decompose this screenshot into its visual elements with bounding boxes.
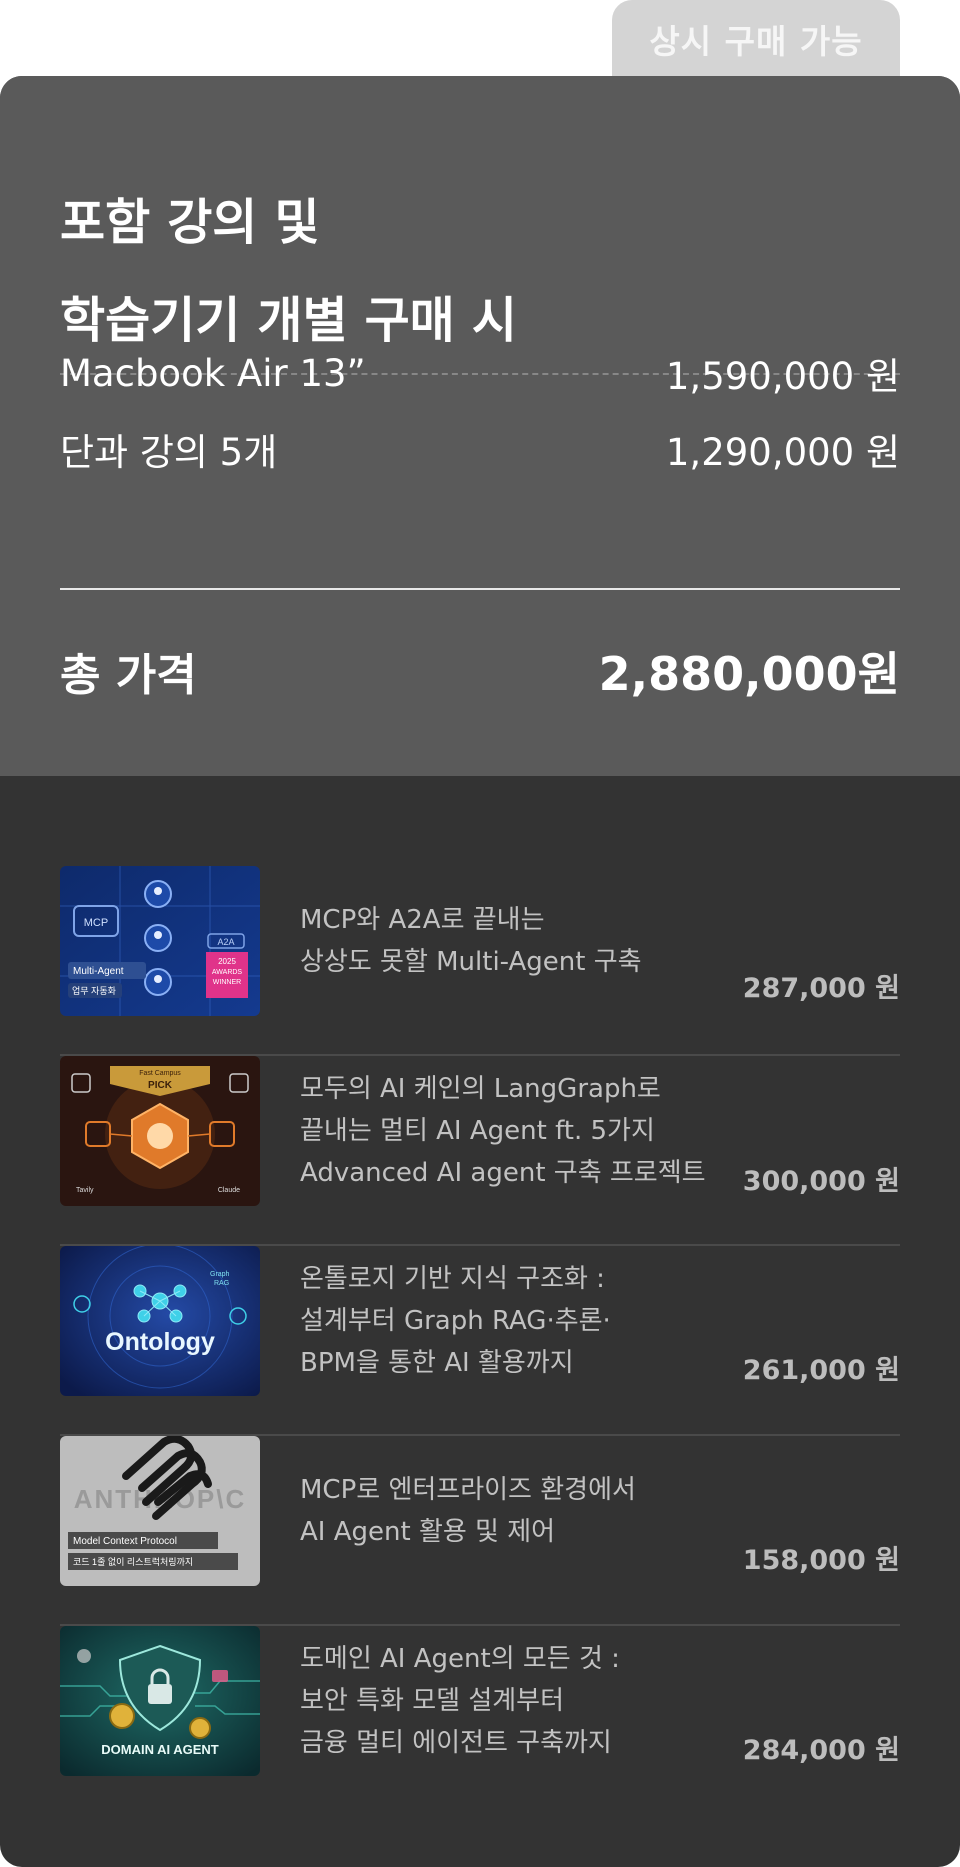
course-title: MCP와 A2A로 끝내는 상상도 못할 Multi-Agent 구축: [300, 866, 740, 1016]
svg-text:2025: 2025: [218, 957, 236, 966]
course-item[interactable]: DOMAIN AI AGENT 도메인 AI Agent의 모든 것 : 보안 …: [60, 1626, 900, 1816]
course-title-line: 온톨로지 기반 지식 구조화 :: [300, 1264, 605, 1294]
course-thumbnail-langgraph: Fast Campus PICK Tavily Claude: [60, 1056, 260, 1206]
price-row-macbook: Macbook Air 13” 1,590,000 원: [60, 345, 900, 401]
svg-text:Claude: Claude: [218, 1187, 240, 1194]
solid-divider: [60, 588, 900, 590]
course-title-line: 금융 멀티 에이전트 구축까지: [300, 1728, 612, 1758]
total-row: 총 가격 2,880,000원: [60, 636, 900, 706]
course-price: 158,000 원: [742, 1545, 900, 1576]
course-title-line: BPM을 통한 AI 활용까지: [300, 1348, 574, 1378]
course-title-line: AI Agent 활용 및 제어: [300, 1517, 556, 1547]
item-label: 단과 강의 5개: [60, 431, 278, 474]
item-price: 1,290,000 원: [665, 431, 900, 474]
course-price: 284,000 원: [742, 1735, 900, 1766]
course-item[interactable]: Fast Campus PICK Tavily Claude 모두의 AI 케인…: [60, 1056, 900, 1246]
course-title-line: 도메인 AI Agent의 모든 것 :: [300, 1644, 620, 1674]
course-price: 300,000 원: [742, 1166, 900, 1197]
course-thumbnail-mcp-enterprise: ANTHROP\C Model Context Protocol 코드 1줄 없…: [60, 1436, 260, 1586]
price-summary: 포함 강의 및 학습기기 개별 구매 시 Macbook Air 13” 1,5…: [0, 76, 960, 776]
svg-text:업무 자동화: 업무 자동화: [72, 986, 116, 996]
svg-text:WINNER: WINNER: [213, 979, 241, 986]
course-title-line: MCP로 엔터프라이즈 환경에서: [300, 1475, 636, 1505]
course-item[interactable]: MCP Multi-Agent 업무 자동화 A2A 2025 AWARDS W…: [60, 866, 900, 1056]
course-item[interactable]: ANTHROP\C Model Context Protocol 코드 1줄 없…: [60, 1436, 900, 1626]
item-price: 1,590,000 원: [665, 355, 900, 398]
summary-title-line1: 포함 강의 및: [60, 194, 320, 251]
svg-text:MCP: MCP: [84, 917, 108, 929]
course-title: 온톨로지 기반 지식 구조화 : 설계부터 Graph RAG·추론· BPM을…: [300, 1246, 740, 1396]
course-title: 모두의 AI 케인의 LangGraph로 끝내는 멀티 AI Agent ft…: [300, 1056, 740, 1206]
summary-title: 포함 강의 및 학습기기 개별 구매 시: [60, 174, 760, 370]
course-price: 261,000 원: [742, 1355, 900, 1386]
course-title-line: 상상도 못할 Multi-Agent 구축: [300, 947, 642, 977]
course-price: 287,000 원: [742, 973, 900, 1004]
svg-text:Multi-Agent: Multi-Agent: [73, 966, 124, 977]
course-title-line: Advanced AI agent 구축 프로젝트: [300, 1158, 706, 1188]
svg-text:DOMAIN AI AGENT: DOMAIN AI AGENT: [101, 1742, 219, 1757]
always-available-tab: 상시 구매 가능: [612, 0, 900, 78]
svg-text:코드 1줄 없이 리스트럭처링까지: 코드 1줄 없이 리스트럭처링까지: [73, 1556, 193, 1567]
course-thumbnail-multi-agent: MCP Multi-Agent 업무 자동화 A2A 2025 AWARDS W…: [60, 866, 260, 1016]
course-title-line: 모두의 AI 케인의 LangGraph로: [300, 1074, 661, 1104]
svg-text:Graph: Graph: [210, 1271, 230, 1278]
course-title-line: 끝내는 멀티 AI Agent ft. 5가지: [300, 1116, 655, 1146]
item-label: Macbook Air 13”: [60, 351, 366, 395]
svg-text:AWARDS: AWARDS: [212, 969, 243, 976]
course-list: MCP Multi-Agent 업무 자동화 A2A 2025 AWARDS W…: [60, 866, 900, 1816]
course-item[interactable]: Graph RAG Ontology 온톨로지 기반 지식 구조화 : 설계부터…: [60, 1246, 900, 1436]
svg-text:RAG: RAG: [214, 1280, 229, 1287]
course-title-line: 보안 특화 모델 설계부터: [300, 1686, 564, 1716]
svg-text:PICK: PICK: [148, 1080, 173, 1091]
total-value: 2,880,000원: [598, 647, 900, 701]
course-thumbnail-ontology: Graph RAG Ontology: [60, 1246, 260, 1396]
course-title: 도메인 AI Agent의 모든 것 : 보안 특화 모델 설계부터 금융 멀티…: [300, 1626, 740, 1776]
svg-text:Ontology: Ontology: [105, 1328, 215, 1356]
course-title: MCP로 엔터프라이즈 환경에서 AI Agent 활용 및 제어: [300, 1436, 740, 1586]
price-row-courses: 단과 강의 5개 1,290,000 원: [60, 421, 900, 477]
svg-text:A2A: A2A: [217, 937, 234, 947]
svg-text:Tavily: Tavily: [76, 1187, 94, 1194]
course-title-line: 설계부터 Graph RAG·추론·: [300, 1306, 611, 1336]
svg-text:Model Context Protocol: Model Context Protocol: [73, 1536, 177, 1547]
course-thumbnail-domain-ai-agent: DOMAIN AI AGENT: [60, 1626, 260, 1776]
pricing-card: 포함 강의 및 학습기기 개별 구매 시 Macbook Air 13” 1,5…: [0, 76, 960, 1867]
course-title-line: MCP와 A2A로 끝내는: [300, 905, 545, 935]
svg-text:Fast Campus: Fast Campus: [139, 1070, 181, 1077]
total-label: 총 가격: [60, 650, 197, 701]
